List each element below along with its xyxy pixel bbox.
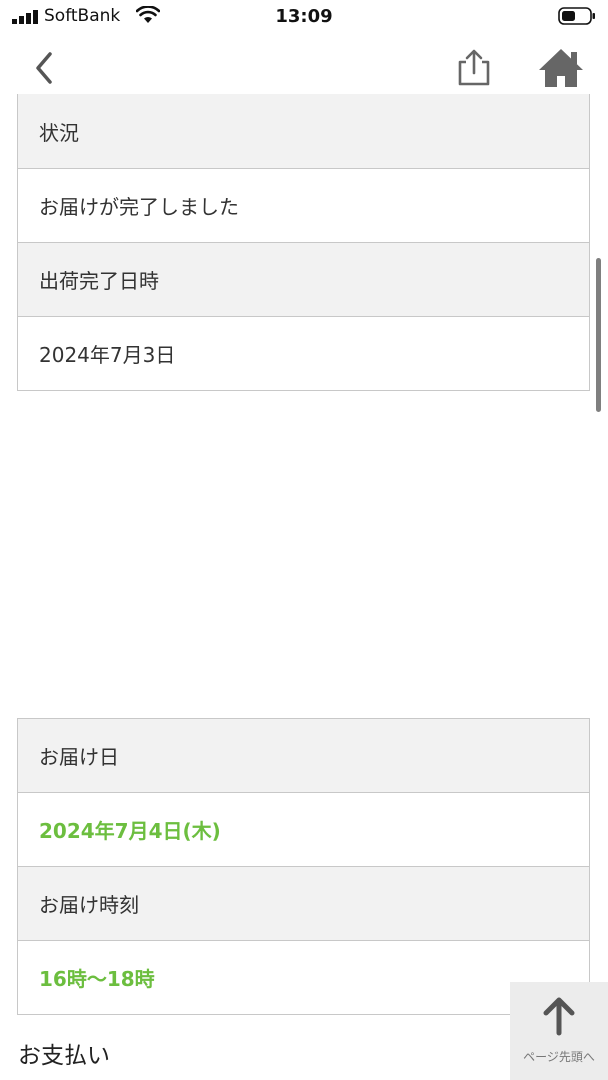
delivery-time-label-cell: お届け時刻 xyxy=(18,866,589,940)
share-button[interactable] xyxy=(452,48,496,88)
delivery-info-table: お届け日 2024年7月4日(木) お届け時刻 16時〜18時 xyxy=(17,718,590,1015)
arrow-up-icon xyxy=(543,997,575,1036)
delivery-date-value-cell: 2024年7月4日(木) xyxy=(18,792,589,866)
share-icon xyxy=(458,49,490,86)
shipped-date-value-cell: 2024年7月3日 xyxy=(18,316,589,390)
payment-section-title: お支払い xyxy=(18,1043,110,1069)
home-icon xyxy=(539,49,583,87)
shipped-date-label-cell: 出荷完了日時 xyxy=(18,242,589,316)
page-top-button[interactable]: ページ先頭へ xyxy=(510,982,608,1080)
page-top-label: ページ先頭へ xyxy=(523,1050,595,1064)
home-button[interactable] xyxy=(536,46,586,90)
status-time: 13:09 xyxy=(275,6,333,27)
status-value-cell: お届けが完了しました xyxy=(18,168,589,242)
battery-icon xyxy=(558,7,595,25)
status-label-cell: 状況 xyxy=(18,94,589,168)
chevron-left-icon xyxy=(36,52,52,84)
delivery-time-value-cell: 16時〜18時 xyxy=(18,940,589,1014)
scroll-indicator[interactable] xyxy=(596,258,601,412)
back-button[interactable] xyxy=(30,50,60,86)
shipment-status-table: 状況 お届けが完了しました 出荷完了日時 2024年7月3日 xyxy=(17,94,590,391)
status-bar: SoftBank 13:09 xyxy=(0,0,608,34)
delivery-date-label-cell: お届け日 xyxy=(18,718,589,792)
